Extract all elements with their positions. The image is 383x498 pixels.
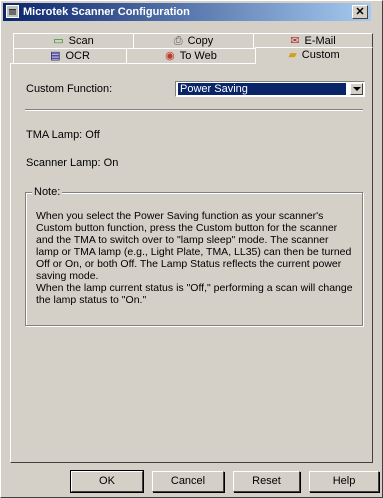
custom-function-label: Custom Function:	[26, 83, 113, 95]
ok-button[interactable]: OK	[70, 470, 144, 493]
tma-lamp-status: TMA Lamp: Off	[26, 129, 100, 141]
reset-button[interactable]: Reset	[233, 471, 300, 492]
tab-copy[interactable]: ⎙ Copy	[133, 33, 254, 48]
cancel-button[interactable]: Cancel	[152, 471, 224, 492]
tab-label: E-Mail	[304, 35, 336, 47]
custom-function-dropdown[interactable]: Power Saving	[175, 81, 365, 97]
note-paragraph-1: When you select the Power Saving functio…	[36, 210, 352, 282]
title-bar[interactable]: Microtek Scanner Configuration ✕	[3, 3, 371, 21]
scanner-config-window: Microtek Scanner Configuration ✕ ▭ Scan ⎙…	[0, 0, 383, 498]
tab-email[interactable]: ✉ E-Mail	[253, 33, 373, 48]
window-title: Microtek Scanner Configuration	[23, 6, 190, 18]
tab-label: Copy	[187, 35, 214, 47]
chevron-down-icon[interactable]	[350, 83, 363, 95]
web-icon: ◉	[165, 50, 175, 62]
scan-icon: ▭	[53, 35, 64, 47]
note-title: Note:	[32, 186, 63, 198]
tab-label: OCR	[65, 50, 90, 62]
note-paragraph-2: When the lamp current status is "Off," p…	[36, 282, 353, 306]
ocr-icon: ▤	[50, 50, 61, 62]
separator	[25, 109, 363, 111]
close-button[interactable]: ✕	[352, 5, 368, 19]
tab-ocr[interactable]: ▤ OCR	[13, 48, 127, 63]
tab-to-web[interactable]: ◉ To Web	[126, 48, 256, 63]
tab-scan[interactable]: ▭ Scan	[13, 33, 134, 48]
custom-function-value: Power Saving	[178, 83, 346, 95]
tab-custom[interactable]: ▰ Custom	[255, 47, 373, 64]
tab-label: Custom	[301, 49, 340, 61]
copy-icon: ⎙	[173, 35, 183, 47]
help-button[interactable]: Help	[309, 471, 379, 492]
tab-label: Scan	[68, 35, 94, 47]
tab-label: To Web	[179, 50, 217, 62]
scanner-lamp-status: Scanner Lamp: On	[26, 157, 119, 169]
custom-icon: ▰	[288, 49, 297, 61]
scanner-app-icon	[6, 5, 19, 18]
email-icon: ✉	[290, 35, 300, 47]
note-group: Note: When you select the Power Saving f…	[25, 186, 363, 326]
